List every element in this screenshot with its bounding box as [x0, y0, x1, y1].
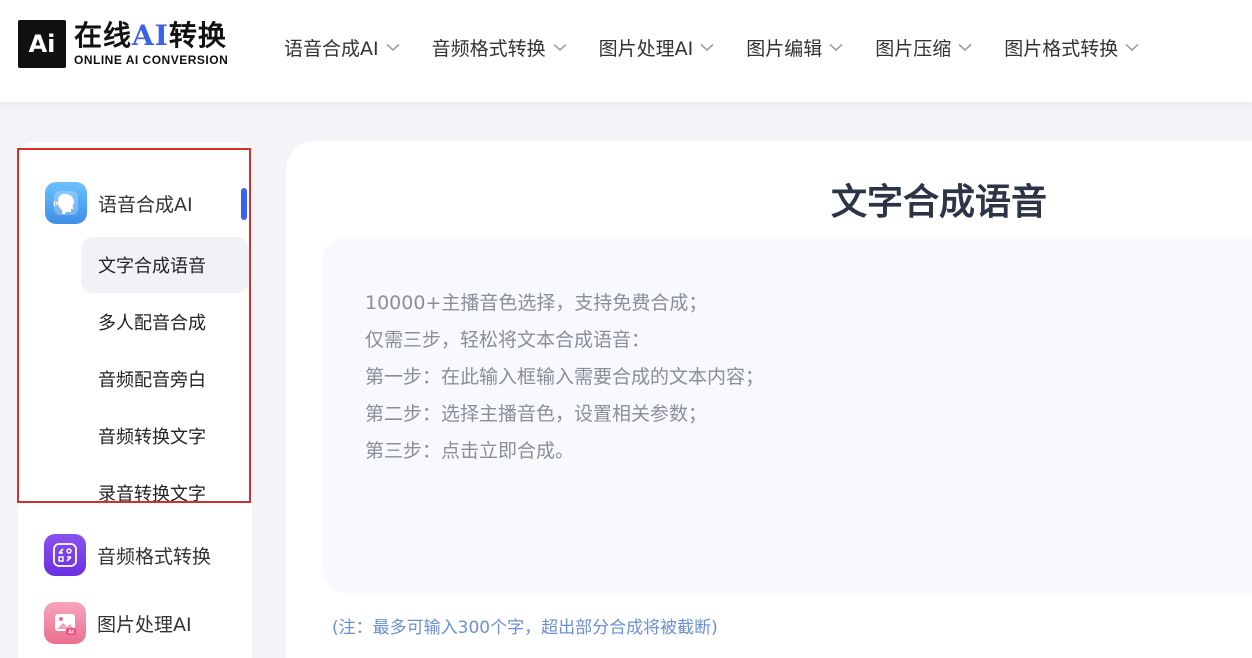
sidebar-item-recording-to-text[interactable]: 录音转换文字	[81, 465, 249, 501]
top-header: Ai 在线AI转换 ONLINE AI CONVERSION 语音合成AI 音频…	[0, 0, 1252, 102]
nav-item-image-ai[interactable]: 图片处理AI	[599, 34, 715, 61]
page-title: 文字合成语音	[830, 182, 1047, 223]
svg-text:AI: AI	[68, 630, 74, 636]
logo-cn-title: 在线AI转换	[74, 19, 227, 52]
sidebar-item-text-to-speech[interactable]: 文字合成语音	[81, 237, 249, 293]
chevron-down-icon	[958, 43, 972, 52]
logo-en-subtitle: ONLINE AI CONVERSION	[74, 53, 229, 67]
chevron-down-icon	[1125, 43, 1139, 52]
site-logo[interactable]: Ai 在线AI转换 ONLINE AI CONVERSION	[18, 20, 228, 68]
nav-item-image-format[interactable]: 图片格式转换	[1004, 34, 1139, 61]
chevron-down-icon	[829, 43, 843, 52]
sidebar-item-audio-to-text[interactable]: 音频转换文字	[81, 408, 249, 464]
image-ai-icon: AI	[44, 602, 86, 644]
sidebar-scrollbar-thumb[interactable]	[241, 188, 247, 220]
chevron-down-icon	[700, 43, 714, 52]
audio-convert-icon	[44, 534, 86, 576]
char-limit-note: (注：最多可输入300个字，超出部分合成将被截断)	[332, 618, 718, 638]
sidebar-category-voice-ai[interactable]: 语音合成AI	[45, 182, 193, 224]
sidebar-item-multi-voice[interactable]: 多人配音合成	[81, 294, 249, 350]
sidebar-voice-ai-section: 语音合成AI 文字合成语音 多人配音合成 音频配音旁白 音频转换文字 录音转换文…	[17, 148, 251, 503]
input-placeholder-instructions: 10000+主播音色选择，支持免费合成； 仅需三步，轻松将文本合成语音： 第一步…	[365, 292, 765, 462]
voice-head-icon	[45, 182, 87, 224]
chevron-down-icon	[553, 43, 567, 52]
sidebar-item-audio-narration[interactable]: 音频配音旁白	[81, 351, 249, 407]
logo-text: 在线AI转换 ONLINE AI CONVERSION	[74, 19, 229, 68]
nav-item-image-compress[interactable]: 图片压缩	[875, 34, 972, 61]
top-nav: 语音合成AI 音频格式转换 图片处理AI 图片编辑 图片压缩 图片格式转换	[284, 34, 1139, 61]
text-input-area[interactable]: 10000+主播音色选择，支持免费合成； 仅需三步，轻松将文本合成语音： 第一步…	[322, 237, 1252, 593]
nav-item-audio-format[interactable]: 音频格式转换	[432, 34, 567, 61]
sidebar-category-audio-format[interactable]: 音频格式转换	[44, 534, 211, 576]
nav-item-voice-ai[interactable]: 语音合成AI	[284, 34, 400, 61]
logo-mark: Ai	[18, 20, 66, 68]
nav-item-image-edit[interactable]: 图片编辑	[746, 34, 843, 61]
main-panel: 文字合成语音 10000+主播音色选择，支持免费合成； 仅需三步，轻松将文本合成…	[286, 141, 1252, 658]
chevron-down-icon	[386, 43, 400, 52]
sidebar-category-image-ai[interactable]: AI 图片处理AI	[44, 602, 192, 644]
